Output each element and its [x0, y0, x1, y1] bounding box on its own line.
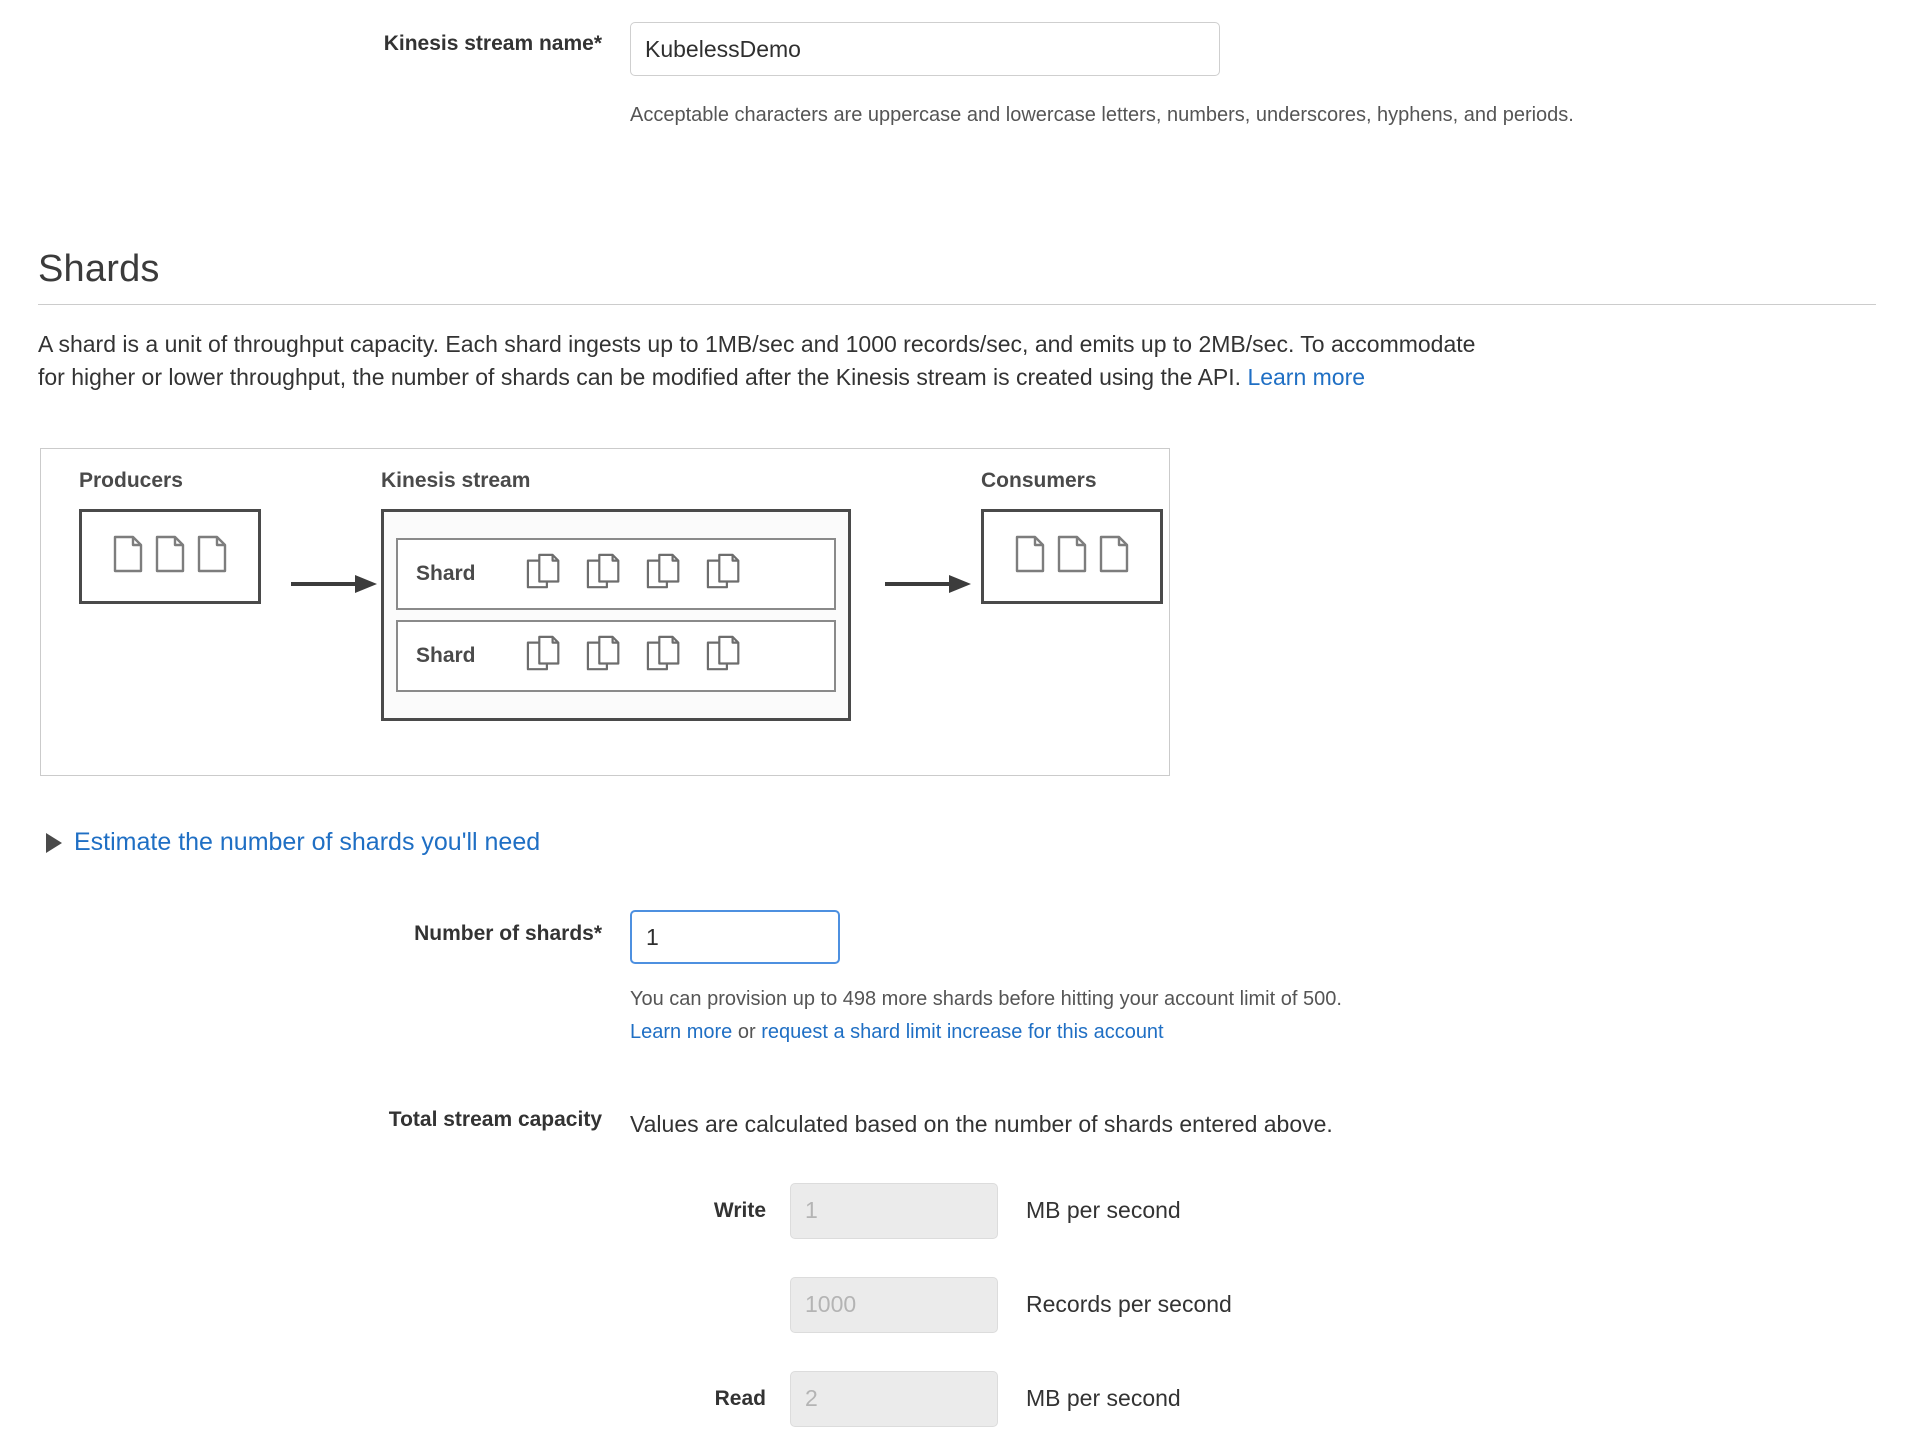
shard-label: Shard — [416, 644, 476, 667]
estimate-shards-disclosure[interactable]: Estimate the number of shards you'll nee… — [46, 828, 540, 857]
total-stream-capacity-body: Values are calculated based on the numbe… — [630, 1108, 1333, 1427]
stacked-records-icon — [526, 635, 564, 678]
shards-title: Shards — [38, 248, 160, 290]
capacity-row-read-mb: Read MB per second — [630, 1370, 1333, 1427]
shard-records — [526, 553, 744, 596]
stream-name-label: Kinesis stream name* — [383, 32, 602, 55]
consumers-box — [981, 509, 1163, 604]
consumers-group: Consumers — [981, 469, 1163, 604]
total-stream-capacity-description: Values are calculated based on the numbe… — [630, 1111, 1333, 1137]
link-separator: or — [737, 1021, 756, 1043]
capacity-row-records: Records per second — [630, 1276, 1333, 1333]
consumers-label: Consumers — [981, 469, 1097, 492]
kinesis-stream-label: Kinesis stream — [381, 469, 531, 492]
document-icon — [1099, 535, 1129, 578]
kinesis-architecture-diagram: Producers Kinesis stream Shard Shard Con… — [40, 448, 1170, 776]
number-of-shards-helper: You can provision up to 498 more shards … — [630, 988, 1342, 1010]
stream-name-row: Kinesis stream name* Acceptable characte… — [0, 22, 1914, 129]
document-icon — [113, 535, 143, 578]
stacked-records-icon — [706, 553, 744, 596]
document-icon — [1057, 535, 1087, 578]
number-of-shards-input[interactable] — [630, 910, 840, 964]
shards-description-line1: A shard is a unit of throughput capacity… — [38, 331, 1476, 357]
shards-section-header: Shards — [38, 248, 1876, 291]
shard-row: Shard — [396, 620, 836, 692]
stacked-records-icon — [586, 553, 624, 596]
stacked-records-icon — [646, 553, 684, 596]
capacity-input-records — [790, 1276, 998, 1333]
number-of-shards-field-wrap: You can provision up to 498 more shards … — [630, 910, 1342, 1046]
stream-name-field-wrap: Acceptable characters are uppercase and … — [630, 22, 1830, 129]
capacity-row-write-mb: Write MB per second — [630, 1182, 1333, 1239]
triangle-right-icon[interactable] — [46, 832, 62, 853]
stacked-records-icon — [586, 635, 624, 678]
shard-row: Shard — [396, 538, 836, 610]
consumers-documents — [1015, 535, 1129, 578]
capacity-input-read-mb — [790, 1370, 998, 1427]
right-arrow-icon — [289, 572, 379, 596]
stacked-records-icon — [526, 553, 564, 596]
capacity-label-write: Write — [713, 1198, 766, 1222]
document-icon — [155, 535, 185, 578]
stacked-records-icon — [706, 635, 744, 678]
capacity-unit-read-mb: MB per second — [1026, 1385, 1181, 1412]
capacity-unit-write-mb: MB per second — [1026, 1197, 1181, 1224]
stacked-records-icon — [646, 635, 684, 678]
capacity-input-write-mb — [790, 1182, 998, 1239]
right-arrow-icon — [883, 572, 973, 596]
document-icon — [1015, 535, 1045, 578]
capacity-label-read: Read — [714, 1386, 766, 1410]
estimate-shards-label[interactable]: Estimate the number of shards you'll nee… — [74, 828, 540, 857]
capacity-unit-records: Records per second — [1026, 1291, 1232, 1318]
shards-learn-more-link[interactable]: Learn more — [1247, 364, 1365, 390]
producers-box — [79, 509, 261, 604]
stream-name-helper: Acceptable characters are uppercase and … — [630, 104, 1574, 126]
request-shard-limit-increase-link[interactable]: request a shard limit increase for this … — [761, 1021, 1163, 1043]
total-stream-capacity-label: Total stream capacity — [388, 1108, 602, 1131]
shard-limit-links: Learn more or request a shard limit incr… — [630, 1019, 1342, 1046]
shard-limit-learn-more-link[interactable]: Learn more — [630, 1021, 732, 1043]
number-of-shards-row: Number of shards* You can provision up t… — [0, 910, 1914, 1046]
producers-documents — [113, 535, 227, 578]
shards-description: A shard is a unit of throughput capacity… — [38, 328, 1888, 393]
stream-name-input[interactable] — [630, 22, 1220, 76]
producers-group: Producers — [79, 469, 261, 604]
shard-records — [526, 635, 744, 678]
total-stream-capacity-row: Total stream capacity Values are calcula… — [0, 1108, 1914, 1427]
kinesis-stream-group: Kinesis stream Shard Shard — [381, 469, 851, 721]
producers-label: Producers — [79, 469, 183, 492]
shards-description-line2: for higher or lower throughput, the numb… — [38, 363, 1242, 390]
number-of-shards-label: Number of shards* — [414, 922, 602, 945]
kinesis-stream-box: Shard Shard — [381, 509, 851, 721]
shards-divider — [38, 304, 1876, 305]
shard-label: Shard — [416, 562, 476, 585]
document-icon — [197, 535, 227, 578]
